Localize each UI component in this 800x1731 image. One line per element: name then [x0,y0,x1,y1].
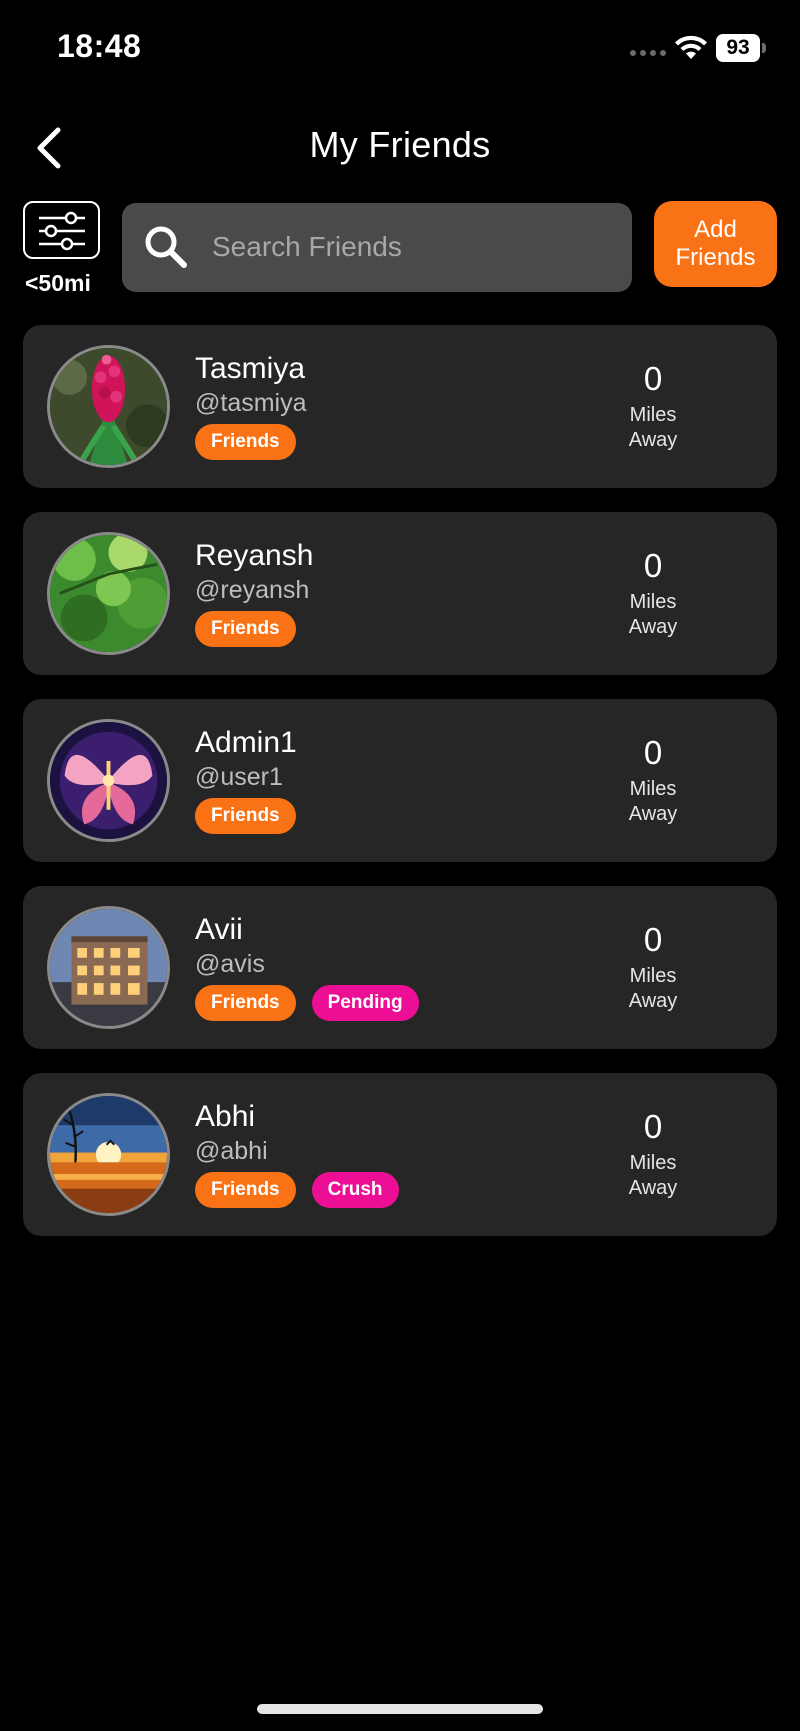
distance-unit-line-1: Miles [629,404,677,426]
friends-badge: Friends [195,798,296,834]
friend-handle: @abhi [195,1137,268,1165]
distance-unit: Miles Away [583,777,723,827]
status-time: 18:48 [57,28,142,64]
distance-value: 0 [643,360,663,397]
distance: 0 Miles Away [583,361,723,453]
distance-unit-line-1: Miles [629,778,677,800]
distance-unit-line-1: Miles [629,965,677,987]
distance-unit: Miles Away [583,964,723,1014]
friend-card[interactable]: Tasmiya @tasmiya Friends 0 Miles Away [23,325,777,488]
sunset-image [50,1096,167,1213]
badges: Friends [195,424,296,460]
badges: Friends [195,798,296,834]
badges: Friends Pending [195,985,419,1021]
distance-unit-line-2: Away [628,1177,678,1199]
distance-unit: Miles Away [583,1151,723,1201]
distance-unit-line-2: Away [628,803,678,825]
friend-name: Admin1 [195,726,297,759]
friend-card[interactable]: Admin1 @user1 Friends 0 Miles Away [23,699,777,862]
friend-handle: @avis [195,950,265,978]
distance-unit-line-1: Miles [629,591,677,613]
building-image [50,909,167,1026]
distance-unit-line-2: Away [628,429,678,451]
distance-value: 0 [643,1108,663,1145]
distance-unit: Miles Away [583,590,723,640]
distance-value: 0 [643,734,663,771]
screen: 18:48 93 My Friends <50mi Search Friends… [0,0,800,1731]
home-indicator[interactable] [257,1704,543,1714]
avatar [47,532,170,655]
distance-unit-line-2: Away [628,616,678,638]
friend-handle: @user1 [195,763,283,791]
search-icon [145,226,187,268]
status-bar: 18:48 93 [0,0,800,96]
battery-level: 93 [726,36,750,59]
search-box[interactable] [122,203,632,292]
distance-unit-line-1: Miles [629,1152,677,1174]
friend-name: Tasmiya [195,352,306,385]
add-friends-button[interactable]: Add Friends [654,201,777,287]
friend-list: Tasmiya @tasmiya Friends 0 Miles Away Re… [23,325,777,1260]
butterfly-image [50,722,167,839]
avatar [47,345,170,468]
distance-value: 0 [643,547,663,584]
battery-icon: 93 [716,34,766,62]
friend-name: Reyansh [195,539,314,572]
distance-unit-line-2: Away [628,990,678,1012]
friend-card[interactable]: Reyansh @reyansh Friends 0 Miles Away [23,512,777,675]
filter-button[interactable] [23,201,100,259]
distance: 0 Miles Away [583,922,723,1014]
cellular-signal-icon [630,50,666,56]
friend-name: Avii [195,913,243,946]
friend-card[interactable]: Abhi @abhi Friends Crush 0 Miles Away [23,1073,777,1236]
crush-badge: Crush [311,1172,399,1208]
distance-filter-label: <50mi [25,270,91,296]
sliders-icon [39,211,85,251]
search-input[interactable] [212,221,612,273]
add-friends-label: Add Friends [675,216,756,271]
friend-name: Abhi [195,1100,256,1133]
distance: 0 Miles Away [583,548,723,640]
distance-value: 0 [643,921,663,958]
avatar [47,906,170,1029]
friends-badge: Friends [195,424,296,460]
badges: Friends [195,611,296,647]
page-title: My Friends [309,124,491,165]
distance-unit: Miles Away [583,403,723,453]
friend-handle: @tasmiya [195,389,307,417]
flower-image [50,348,167,465]
avatar [47,1093,170,1216]
leaves-image [50,535,167,652]
pending-badge: Pending [311,985,419,1021]
friends-badge: Friends [195,1172,296,1208]
avatar [47,719,170,842]
distance: 0 Miles Away [583,1109,723,1201]
friend-handle: @reyansh [195,576,310,604]
distance: 0 Miles Away [583,735,723,827]
friend-card[interactable]: Avii @avis Friends Pending 0 Miles Away [23,886,777,1049]
friends-badge: Friends [195,611,296,647]
badges: Friends Crush [195,1172,399,1208]
wifi-icon [675,35,707,59]
friends-badge: Friends [195,985,296,1021]
